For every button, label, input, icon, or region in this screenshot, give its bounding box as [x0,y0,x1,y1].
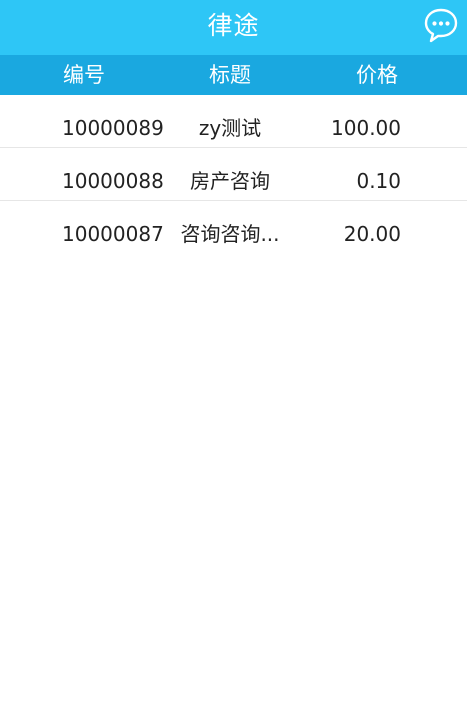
column-header-title: 标题 [209,63,251,87]
chat-bubble-icon [424,8,458,43]
chat-button[interactable] [423,7,459,45]
column-header-price: 价格 [356,63,398,87]
top-bar: 律途 [0,0,467,55]
row-id: 10000087 [62,222,164,246]
row-price: 20.00 [343,222,401,246]
column-header-id: 编号 [63,63,105,87]
row-title: 房产咨询 [190,169,270,193]
table-row[interactable]: 10000087 咨询咨询... 20.00 [0,201,467,253]
table-row[interactable]: 10000088 房产咨询 0.10 [0,148,467,201]
row-title: zy测试 [198,116,262,140]
row-price: 0.10 [356,169,401,193]
row-price: 100.00 [331,116,401,140]
page-title: 律途 [207,11,260,40]
consultation-list: 10000089 zy测试 100.00 10000088 房产咨询 0.10 … [0,95,467,253]
row-title: 咨询咨询... [180,222,280,246]
table-row[interactable]: 10000089 zy测试 100.00 [0,95,467,148]
row-id: 10000088 [62,169,164,193]
app-screen: 律途 编号 标题 价格 10000089 zy测试 100.00 1000008… [0,0,467,725]
table-header: 编号 标题 价格 [0,55,467,95]
row-id: 10000089 [62,116,164,140]
